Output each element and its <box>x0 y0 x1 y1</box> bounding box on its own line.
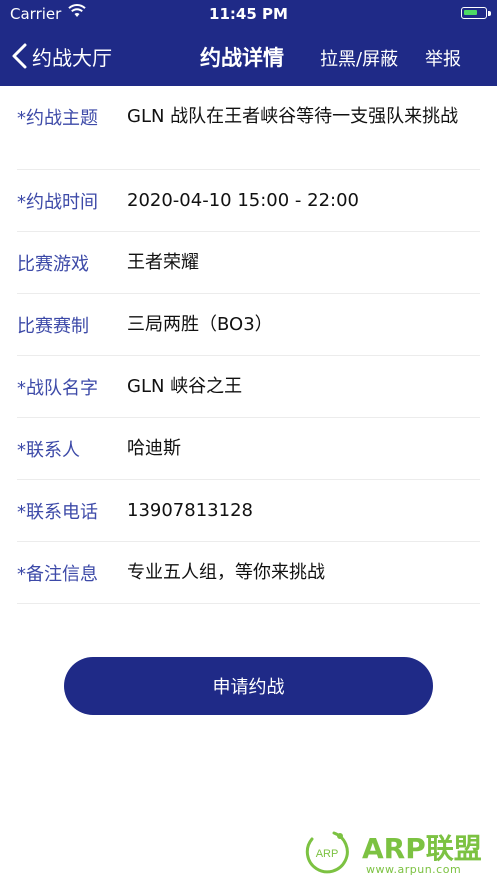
detail-value: GLN 战队在王者峡谷等待一支强队来挑战 <box>127 106 459 127</box>
back-button[interactable]: 约战大厅 <box>10 40 112 72</box>
watermark-url: www.arpun.com <box>366 863 462 876</box>
detail-row-team: *战队名字 GLN 峡谷之王 <box>17 356 480 418</box>
detail-label: *约战主题 <box>17 108 98 129</box>
detail-list: *约战主题 GLN 战队在王者峡谷等待一支强队来挑战 *约战时间 2020-04… <box>17 86 480 604</box>
detail-row-time: *约战时间 2020-04-10 15:00 - 22:00 <box>17 170 480 232</box>
battery-icon <box>461 7 487 19</box>
detail-value: 2020-04-10 15:00 - 22:00 <box>127 190 360 211</box>
detail-row-contact: *联系人 哈迪斯 <box>17 418 480 480</box>
detail-label: *联系电话 <box>17 501 98 523</box>
navigation-bar: 约战大厅 约战详情 拉黑/屏蔽 举报 <box>0 28 497 86</box>
detail-label: 比赛游戏 <box>17 253 89 275</box>
page-title: 约战详情 <box>200 46 284 70</box>
top-bar: Carrier 11:45 PM 约战大厅 约战详情 拉黑/屏蔽 举报 <box>0 0 497 86</box>
detail-label: *备注信息 <box>17 563 98 585</box>
detail-row-phone: *联系电话 13907813128 <box>17 480 480 542</box>
detail-row-game: 比赛游戏 王者荣耀 <box>17 232 480 294</box>
detail-label: 比赛赛制 <box>17 315 89 337</box>
detail-value: 13907813128 <box>127 500 253 521</box>
battery-level <box>464 10 477 15</box>
watermark-logo: ARP ARP联盟 www.arpun.com <box>300 825 492 881</box>
arp-logo-icon: ARP <box>305 831 349 874</box>
detail-row-notes: *备注信息 专业五人组，等你来挑战 <box>17 542 480 604</box>
detail-value: 专业五人组，等你来挑战 <box>127 562 325 583</box>
watermark-brand: ARP联盟 <box>362 832 482 865</box>
detail-label: *联系人 <box>17 439 80 461</box>
detail-value: 三局两胜（BO3） <box>127 314 273 335</box>
clock: 11:45 PM <box>209 5 288 23</box>
status-bar: Carrier 11:45 PM <box>0 0 497 28</box>
apply-challenge-button[interactable]: 申请约战 <box>64 657 433 715</box>
detail-label: *约战时间 <box>17 191 98 213</box>
battery-nub <box>488 11 491 16</box>
detail-value: 王者荣耀 <box>127 252 199 273</box>
detail-label: *战队名字 <box>17 377 98 399</box>
block-button[interactable]: 拉黑/屏蔽 <box>320 45 398 71</box>
back-label: 约战大厅 <box>32 45 112 70</box>
detail-value: GLN 峡谷之王 <box>127 376 243 397</box>
arp-logo-text: ARP <box>316 848 339 860</box>
chevron-left-icon <box>12 43 27 69</box>
detail-row-topic: *约战主题 GLN 战队在王者峡谷等待一支强队来挑战 <box>17 86 480 170</box>
report-button[interactable]: 举报 <box>425 45 461 71</box>
detail-row-format: 比赛赛制 三局两胜（BO3） <box>17 294 480 356</box>
detail-value: 哈迪斯 <box>127 438 181 459</box>
